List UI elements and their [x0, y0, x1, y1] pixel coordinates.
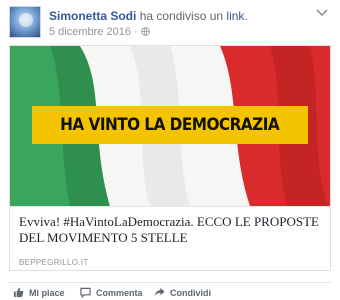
thumbs-up-icon — [13, 287, 24, 298]
meta-dot: · — [133, 26, 138, 38]
avatar[interactable] — [9, 6, 41, 38]
post-meta: 5 dicembre 2016 · — [49, 26, 150, 38]
post-header: Simonetta Sodi ha condiviso un link. 5 d… — [9, 6, 331, 40]
image-banner: HA VINTO LA DEMOCRAZIA — [32, 106, 308, 144]
chevron-down-icon[interactable] — [315, 8, 329, 18]
link-title[interactable]: Evviva! #HaVintoLaDemocrazia. ECCO LE PR… — [19, 214, 323, 246]
link-preview-card[interactable]: HA VINTO LA DEMOCRAZIA Evviva! #HaVintoL… — [9, 45, 331, 271]
actions-divider — [9, 282, 331, 283]
post-date[interactable]: 5 dicembre 2016 — [49, 26, 131, 38]
comment-button[interactable]: Commenta — [80, 287, 143, 298]
shared-text: ha condiviso un — [139, 9, 224, 23]
shared-suffix: . — [244, 9, 248, 23]
link-preview-body[interactable]: Evviva! #HaVintoLaDemocrazia. ECCO LE PR… — [10, 206, 330, 270]
comment-icon — [80, 287, 91, 298]
like-label: Mi piace — [29, 287, 65, 298]
link-preview-image[interactable]: HA VINTO LA DEMOCRAZIA — [10, 46, 330, 206]
link-source-domain: BEPPEGRILLO.IT — [19, 258, 89, 267]
shared-link[interactable]: link — [226, 9, 244, 23]
share-label: Condividi — [170, 287, 211, 298]
globe-icon[interactable] — [140, 27, 150, 36]
author-name[interactable]: Simonetta Sodi — [49, 9, 136, 23]
comment-label: Commenta — [96, 287, 143, 298]
image-banner-text: HA VINTO LA DEMOCRAZIA — [60, 115, 281, 135]
share-button[interactable]: Condividi — [154, 287, 211, 298]
share-icon — [154, 287, 165, 297]
like-button[interactable]: Mi piace — [13, 287, 65, 298]
post-headline: Simonetta Sodi ha condiviso un link. — [49, 9, 248, 23]
